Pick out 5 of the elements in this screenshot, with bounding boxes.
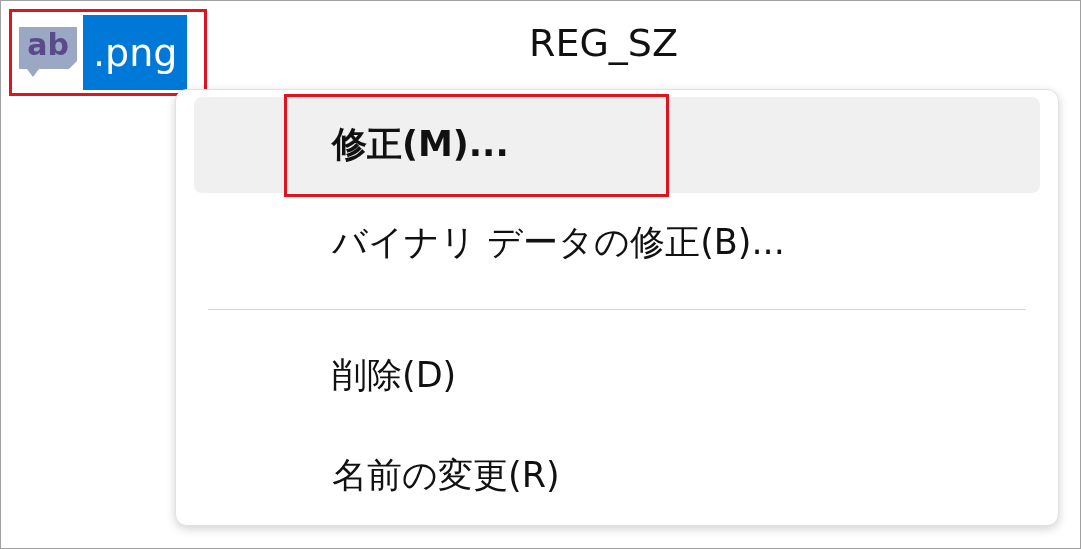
menu-item[interactable]: バイナリ データの修正(B)... (194, 192, 1040, 293)
value-name[interactable]: .png (83, 15, 188, 90)
menu-item[interactable]: 名前の変更(R) (194, 425, 1040, 525)
menu-item[interactable]: 削除(D) (194, 325, 1040, 426)
value-type: REG_SZ (529, 20, 678, 65)
